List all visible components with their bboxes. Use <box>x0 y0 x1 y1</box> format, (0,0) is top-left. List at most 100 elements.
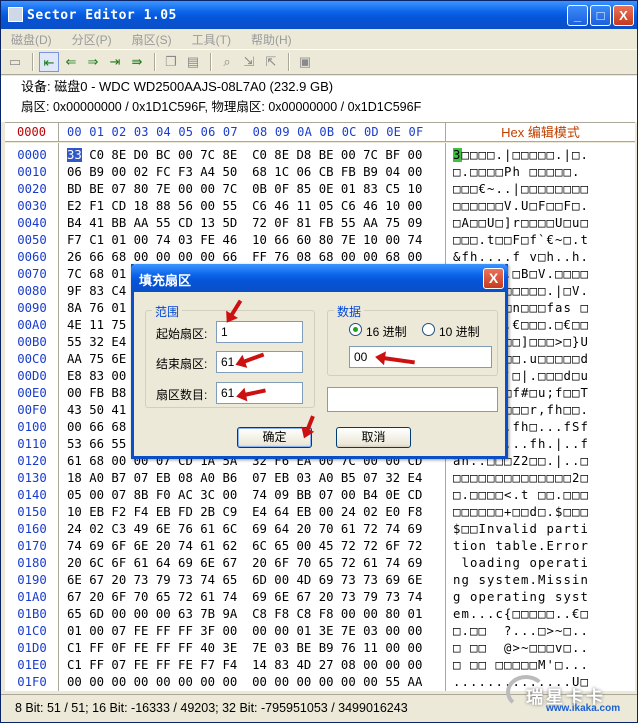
row-hex-bytes[interactable]: 67 20 6F 70 65 72 61 74 69 6E 67 20 73 7… <box>67 589 422 606</box>
row-hex-bytes[interactable]: 06 B9 00 02 FC F3 A4 50 68 1C 06 CB FB B… <box>67 164 422 181</box>
row-text[interactable]: □□□□□□V.U□F□□F□. <box>453 198 635 215</box>
row-text[interactable]: □.□□□□<.t □□.□□□ <box>453 487 635 504</box>
dialog-title-bar[interactable]: 填充扇区 X <box>131 264 508 292</box>
cancel-button[interactable]: 取消 <box>336 427 411 448</box>
row-text[interactable]: tion table.Error <box>453 538 635 555</box>
copy-icon[interactable]: ❐ <box>161 52 181 72</box>
sector-line: 扇区: 0x00000000 / 0x1D1C596F, 物理扇区: 0x000… <box>21 100 422 114</box>
row-text[interactable]: □ □□ @>~□□□v□.. <box>453 640 635 657</box>
row-address: 0040 <box>17 216 47 230</box>
menu-tools[interactable]: 工具(T) <box>186 31 237 48</box>
row-hex-bytes[interactable]: 24 02 C3 49 6E 76 61 6C 69 64 20 70 61 7… <box>67 521 422 538</box>
row-address: 0160 <box>17 522 47 536</box>
title-bar[interactable]: Sector Editor 1.05 _ □ X <box>1 1 637 29</box>
row-text[interactable]: □□□□□□□□□□□□□□2□ <box>453 470 635 487</box>
next-sector-icon[interactable]: ⇒ <box>83 52 103 72</box>
row-text[interactable]: ng system.Missin <box>453 572 635 589</box>
prev-sector-icon[interactable]: ⇐ <box>61 52 81 72</box>
row-hex-bytes[interactable]: 18 A0 B7 07 EB 08 A0 B6 07 EB 03 A0 B5 0… <box>67 470 422 487</box>
hex-row[interactable]: 0010 06 B9 00 02 FC F3 A4 50 68 1C 06 CB … <box>5 164 635 181</box>
hex-row[interactable]: 0030 E2 F1 CD 18 88 56 00 55 C6 46 11 05 … <box>5 198 635 215</box>
hex-row[interactable]: 0050 F7 C1 01 00 74 03 FE 46 10 66 60 80 … <box>5 232 635 249</box>
row-hex-bytes[interactable]: 01 00 07 FE FF FF 3F 00 00 00 01 3E 7E 0… <box>67 623 422 640</box>
row-hex-bytes[interactable]: B4 41 BB AA 55 CD 13 5D 72 0F 81 FB 55 A… <box>67 215 422 232</box>
minimize-button[interactable]: _ <box>567 5 588 26</box>
first-sector-icon[interactable]: ⇤ <box>39 52 59 72</box>
hex-row[interactable]: 0130 18 A0 B7 07 EB 08 A0 B6 07 EB 03 A0 … <box>5 470 635 487</box>
radio-hex-label: 16 进制 <box>366 325 407 339</box>
search-icon[interactable]: ⌕ <box>217 52 237 72</box>
cursor-char[interactable]: 3 <box>453 148 462 162</box>
row-hex-bytes[interactable]: 00 00 00 00 00 00 00 00 00 00 00 00 00 0… <box>67 674 422 691</box>
menu-disk[interactable]: 磁盘(D) <box>5 31 58 48</box>
row-text[interactable]: □□□€~..|□□□□□□□□ <box>453 181 635 198</box>
row-hex-bytes[interactable]: 10 EB F2 F4 EB FD 2B C9 E4 64 EB 00 24 0… <box>67 504 422 521</box>
import-icon[interactable]: ⇲ <box>239 52 259 72</box>
row-hex-bytes[interactable]: C1 FF 0F FE FF FF 40 3E 7E 03 BE B9 76 1… <box>67 640 422 657</box>
radio-dec[interactable] <box>422 323 435 336</box>
menu-sector[interactable]: 扇区(S) <box>126 31 178 48</box>
dialog-title: 填充扇区 <box>139 273 192 288</box>
row-hex-bytes[interactable]: F7 C1 01 00 74 03 FE 46 10 66 60 80 7E 1… <box>67 232 422 249</box>
row-hex-bytes[interactable]: 05 00 07 8B F0 AC 3C 00 74 09 BB 07 00 B… <box>67 487 422 504</box>
row-hex-rest: C0 8E D0 BC 00 7C 8E C0 8E D8 BE 00 7C B… <box>81 148 423 162</box>
hex-row[interactable]: 0170 74 69 6F 6E 20 74 61 62 6C 65 00 45 … <box>5 538 635 555</box>
menu-partition[interactable]: 分区(P) <box>66 31 118 48</box>
hex-row[interactable]: 01D0 C1 FF 0F FE FF FF 40 3E 7E 03 BE B9 … <box>5 640 635 657</box>
fill-sector-dialog: 填充扇区 X 范围 起始扇区: 1 结束扇区: 61 扇区数目: 61 数据 1… <box>131 264 508 459</box>
goto-sector-icon[interactable]: ⇛ <box>127 52 147 72</box>
row-hex-bytes[interactable]: BD BE 07 80 7E 00 00 7C 0B 0F 85 0E 01 8… <box>67 181 422 198</box>
extra-input[interactable] <box>327 387 498 412</box>
cursor-byte[interactable]: 33 <box>67 148 82 162</box>
export-icon[interactable]: ⇱ <box>261 52 281 72</box>
hex-row[interactable]: 0140 05 00 07 8B F0 AC 3C 00 74 09 BB 07 … <box>5 487 635 504</box>
paste-icon[interactable]: ▤ <box>183 52 203 72</box>
menu-help[interactable]: 帮助(H) <box>245 31 298 48</box>
app-icon <box>8 7 23 22</box>
row-hex-bytes[interactable]: 74 69 6F 6E 20 74 61 62 6C 65 00 45 72 7… <box>67 538 422 555</box>
toolbar-separator <box>288 53 290 71</box>
hex-row[interactable]: 01B0 65 6D 00 00 00 63 7B 9A C8 F8 C8 F8 … <box>5 606 635 623</box>
row-text[interactable]: g operating syst <box>453 589 635 606</box>
row-text[interactable]: □.□□□□Ph □□□□□. <box>453 164 635 181</box>
last-sector-icon[interactable]: ⇥ <box>105 52 125 72</box>
toolbar-separator <box>154 53 156 71</box>
hex-row[interactable]: 0040 B4 41 BB AA 55 CD 13 5D 72 0F 81 FB … <box>5 215 635 232</box>
row-hex-bytes[interactable]: E2 F1 CD 18 88 56 00 55 C6 46 11 05 C6 4… <box>67 198 422 215</box>
row-hex-bytes[interactable]: 20 6C 6F 61 64 69 6E 67 20 6F 70 65 72 6… <box>67 555 422 572</box>
close-button[interactable]: X <box>613 5 634 26</box>
row-hex-bytes[interactable]: 6E 67 20 73 79 73 74 65 6D 00 4D 69 73 7… <box>67 572 422 589</box>
row-text[interactable]: loading operati <box>453 555 635 572</box>
toolbar-separator <box>32 53 34 71</box>
row-address: 0010 <box>17 165 47 179</box>
radio-hex[interactable] <box>349 323 362 336</box>
row-text[interactable]: □A□□U□]r□□□□U□u□ <box>453 215 635 232</box>
row-text[interactable]: □□□□□□+□□d□.$□□□ <box>453 504 635 521</box>
dialog-close-button[interactable]: X <box>483 268 504 289</box>
row-text[interactable]: 3□□□□.|□□□□□.|□. <box>453 147 635 164</box>
row-text[interactable]: $□□Invalid parti <box>453 521 635 538</box>
hex-row[interactable]: 0190 6E 67 20 73 79 73 74 65 6D 00 4D 69 … <box>5 572 635 589</box>
hex-row[interactable]: 0180 20 6C 6F 61 64 69 6E 67 20 6F 70 65 … <box>5 555 635 572</box>
range-group-label: 范围 <box>152 303 183 320</box>
hex-row[interactable]: 01A0 67 20 6F 70 65 72 61 74 69 6E 67 20 … <box>5 589 635 606</box>
row-text[interactable]: □.□□ ?...□>~□.. <box>453 623 635 640</box>
row-hex-bytes[interactable]: C1 FF 07 FE FF FE F7 F4 14 83 4D 27 08 0… <box>67 657 422 674</box>
watermark-url: www.ikaka.com <box>546 703 621 714</box>
row-text[interactable]: em...c{□□□□□..€□ <box>453 606 635 623</box>
hex-row[interactable]: 01C0 01 00 07 FE FF FF 3F 00 00 00 01 3E … <box>5 623 635 640</box>
row-address: 0000 <box>17 148 47 162</box>
disk-select-icon[interactable]: ▭ <box>5 52 25 72</box>
row-hex-bytes[interactable]: 33 C0 8E D0 BC 00 7C 8E C0 8E D8 BE 00 7… <box>67 147 422 164</box>
save-icon[interactable]: ▣ <box>295 52 315 72</box>
address-header: 0000 <box>5 123 59 142</box>
row-address: 00D0 <box>17 369 47 383</box>
row-hex-bytes[interactable]: 65 6D 00 00 00 63 7B 9A C8 F8 C8 F8 00 0… <box>67 606 422 623</box>
hex-row[interactable]: 0150 10 EB F2 F4 EB FD 2B C9 E4 64 EB 00 … <box>5 504 635 521</box>
fill-data-input[interactable]: 00 <box>349 346 492 368</box>
maximize-button[interactable]: □ <box>590 5 611 26</box>
hex-row[interactable]: 0020 BD BE 07 80 7E 00 00 7C 0B 0F 85 0E … <box>5 181 635 198</box>
row-text[interactable]: □□□.t□□F□f`€~□.t <box>453 232 635 249</box>
hex-row[interactable]: 0160 24 02 C3 49 6E 76 61 6C 69 64 20 70 … <box>5 521 635 538</box>
hex-row[interactable]: 0000 33 C0 8E D0 BC 00 7C 8E C0 8E D8 BE … <box>5 147 635 164</box>
